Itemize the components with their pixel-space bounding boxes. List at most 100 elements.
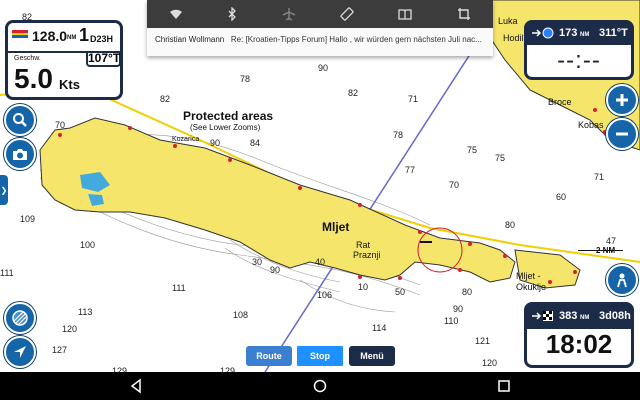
rotate-icon[interactable] bbox=[340, 7, 354, 21]
center-position-button[interactable] bbox=[4, 336, 36, 368]
layers-button[interactable] bbox=[4, 302, 36, 334]
depth-sounding: 106 bbox=[317, 290, 333, 300]
place-kozarica: Kozarica bbox=[172, 136, 200, 143]
side-panel-toggle[interactable]: ❯ bbox=[0, 175, 8, 205]
satellite-layers-icon bbox=[12, 310, 28, 326]
arrow-waypoint-icon bbox=[532, 27, 554, 39]
depth-sounding: 84 bbox=[250, 138, 261, 148]
depth-sounding: 71 bbox=[408, 94, 419, 104]
scale-label: 2 NM bbox=[596, 246, 616, 255]
depth-sounding: 78 bbox=[240, 74, 251, 84]
plus-icon bbox=[616, 94, 628, 106]
depth-sounding: 120 bbox=[62, 324, 78, 334]
chevron-right-icon: ❯ bbox=[0, 185, 8, 195]
depth-sounding: 108 bbox=[233, 310, 249, 320]
trip-days-value: 1 bbox=[79, 25, 90, 45]
home-icon[interactable] bbox=[312, 378, 328, 394]
place-praznji: Praznji bbox=[353, 250, 381, 260]
distance-time-row: 128.0 NM 1 D23H bbox=[8, 23, 120, 53]
depth-sounding: 50 bbox=[395, 287, 406, 297]
destination-panel[interactable]: 383 NM 3d08h 18:02 bbox=[524, 302, 634, 368]
search-button[interactable] bbox=[4, 104, 36, 136]
trip-distance-value: 128.0 bbox=[32, 28, 68, 44]
depth-sounding: 47 bbox=[606, 236, 617, 246]
destination-row: 383 NM 3d08h bbox=[527, 305, 631, 329]
waypoint-panel[interactable]: 173 NM 311°T --:-- bbox=[524, 20, 634, 80]
depth-sounding: 80 bbox=[505, 220, 516, 230]
depth-sounding: 75 bbox=[467, 145, 478, 155]
menu-button[interactable]: Menü bbox=[349, 346, 395, 366]
place-mljet-okuklje-2: Okuklje bbox=[516, 282, 547, 292]
depth-sounding: 109 bbox=[20, 214, 36, 224]
depth-sounding: 100 bbox=[80, 240, 96, 250]
person-icon bbox=[617, 273, 627, 288]
destination-distance-unit: NM bbox=[580, 315, 590, 321]
notification-body: Re: [Kroatien-Tipps Forum] Hallo , wir w… bbox=[230, 35, 482, 44]
depth-sounding: 110 bbox=[444, 316, 459, 326]
flag-icon bbox=[12, 30, 28, 38]
place-broce: Broce bbox=[548, 97, 572, 107]
depth-sounding: 114 bbox=[372, 323, 387, 333]
camera-button[interactable] bbox=[4, 138, 36, 170]
waypoint-bearing: 311°T bbox=[599, 27, 628, 39]
wifi-icon[interactable] bbox=[169, 8, 183, 20]
eta-value: --:-- bbox=[557, 47, 601, 74]
airplane-icon[interactable] bbox=[282, 7, 296, 21]
place-luka: Luka bbox=[498, 16, 518, 26]
notification-sender: Christian Wollmann bbox=[155, 35, 225, 44]
depth-sounding: 90 bbox=[453, 304, 464, 314]
depth-sounding: 70 bbox=[55, 120, 66, 130]
depth-sounding: 60 bbox=[556, 192, 567, 202]
island-name: Mljet bbox=[322, 220, 350, 234]
trip-time-rest: D23H bbox=[90, 34, 114, 44]
place-kobas: Kobas bbox=[578, 120, 604, 130]
depth-sounding: 90 bbox=[210, 138, 221, 148]
depth-sounding: 78 bbox=[393, 130, 404, 140]
place-rat: Rat bbox=[356, 240, 371, 250]
depth-sounding: 111 bbox=[172, 283, 186, 293]
depth-sounding: 82 bbox=[160, 94, 171, 104]
depth-sounding: 10 bbox=[358, 282, 369, 292]
depth-sounding: 111 bbox=[0, 268, 14, 278]
depth-sounding: 71 bbox=[594, 172, 605, 182]
notification-message[interactable]: Christian Wollmann Re: [Kroatien-Tipps F… bbox=[155, 35, 491, 44]
depth-sounding: 121 bbox=[475, 336, 491, 346]
back-icon[interactable] bbox=[128, 378, 144, 394]
speed-label: Geschw. bbox=[14, 55, 41, 62]
waypoint-distance-unit: NM bbox=[580, 32, 590, 38]
depth-sounding: 77 bbox=[405, 165, 416, 175]
depth-sounding: 113 bbox=[78, 307, 93, 317]
speed-panel[interactable]: 128.0 NM 1 D23H 107°T Geschw. 5.0 Kts bbox=[5, 20, 123, 100]
protected-areas-subtitle: (See Lower Zooms) bbox=[190, 123, 261, 132]
arrow-finish-flag-icon bbox=[532, 311, 553, 321]
depth-sounding: 75 bbox=[495, 153, 506, 163]
speed-unit: Kts bbox=[59, 77, 80, 92]
camera-icon bbox=[13, 149, 27, 160]
android-navigation-bar bbox=[0, 372, 640, 400]
person-button[interactable] bbox=[606, 264, 638, 296]
depth-sounding: 90 bbox=[318, 63, 329, 73]
zoom-in-button[interactable] bbox=[606, 84, 638, 116]
protected-areas-title: Protected areas bbox=[183, 109, 274, 123]
depth-sounding: 30 bbox=[252, 257, 263, 267]
book-icon[interactable] bbox=[398, 8, 413, 20]
zoom-out-button[interactable] bbox=[606, 118, 638, 150]
depth-sounding: 80 bbox=[462, 287, 473, 297]
search-icon bbox=[13, 113, 27, 127]
heading-value: 107°T bbox=[86, 51, 121, 67]
destination-distance: 383 bbox=[559, 310, 578, 322]
depth-sounding: 82 bbox=[348, 88, 359, 98]
waypoint-row: 173 NM 311°T bbox=[527, 23, 631, 45]
bluetooth-icon[interactable] bbox=[227, 7, 237, 21]
notification-shade[interactable]: Christian Wollmann Re: [Kroatien-Tipps F… bbox=[147, 0, 493, 56]
crop-icon[interactable] bbox=[457, 7, 471, 21]
waypoint-distance: 173 bbox=[559, 27, 578, 39]
depth-sounding: 127 bbox=[52, 345, 68, 355]
minus-icon bbox=[616, 132, 628, 136]
speed-value: 5.0 bbox=[14, 63, 53, 94]
place-mljet-okuklje-1: Mljet - bbox=[516, 271, 541, 281]
recents-icon[interactable] bbox=[496, 378, 512, 394]
route-button[interactable]: Route bbox=[246, 346, 292, 366]
depth-sounding: 40 bbox=[315, 257, 326, 267]
stop-button[interactable]: Stop bbox=[295, 344, 345, 368]
